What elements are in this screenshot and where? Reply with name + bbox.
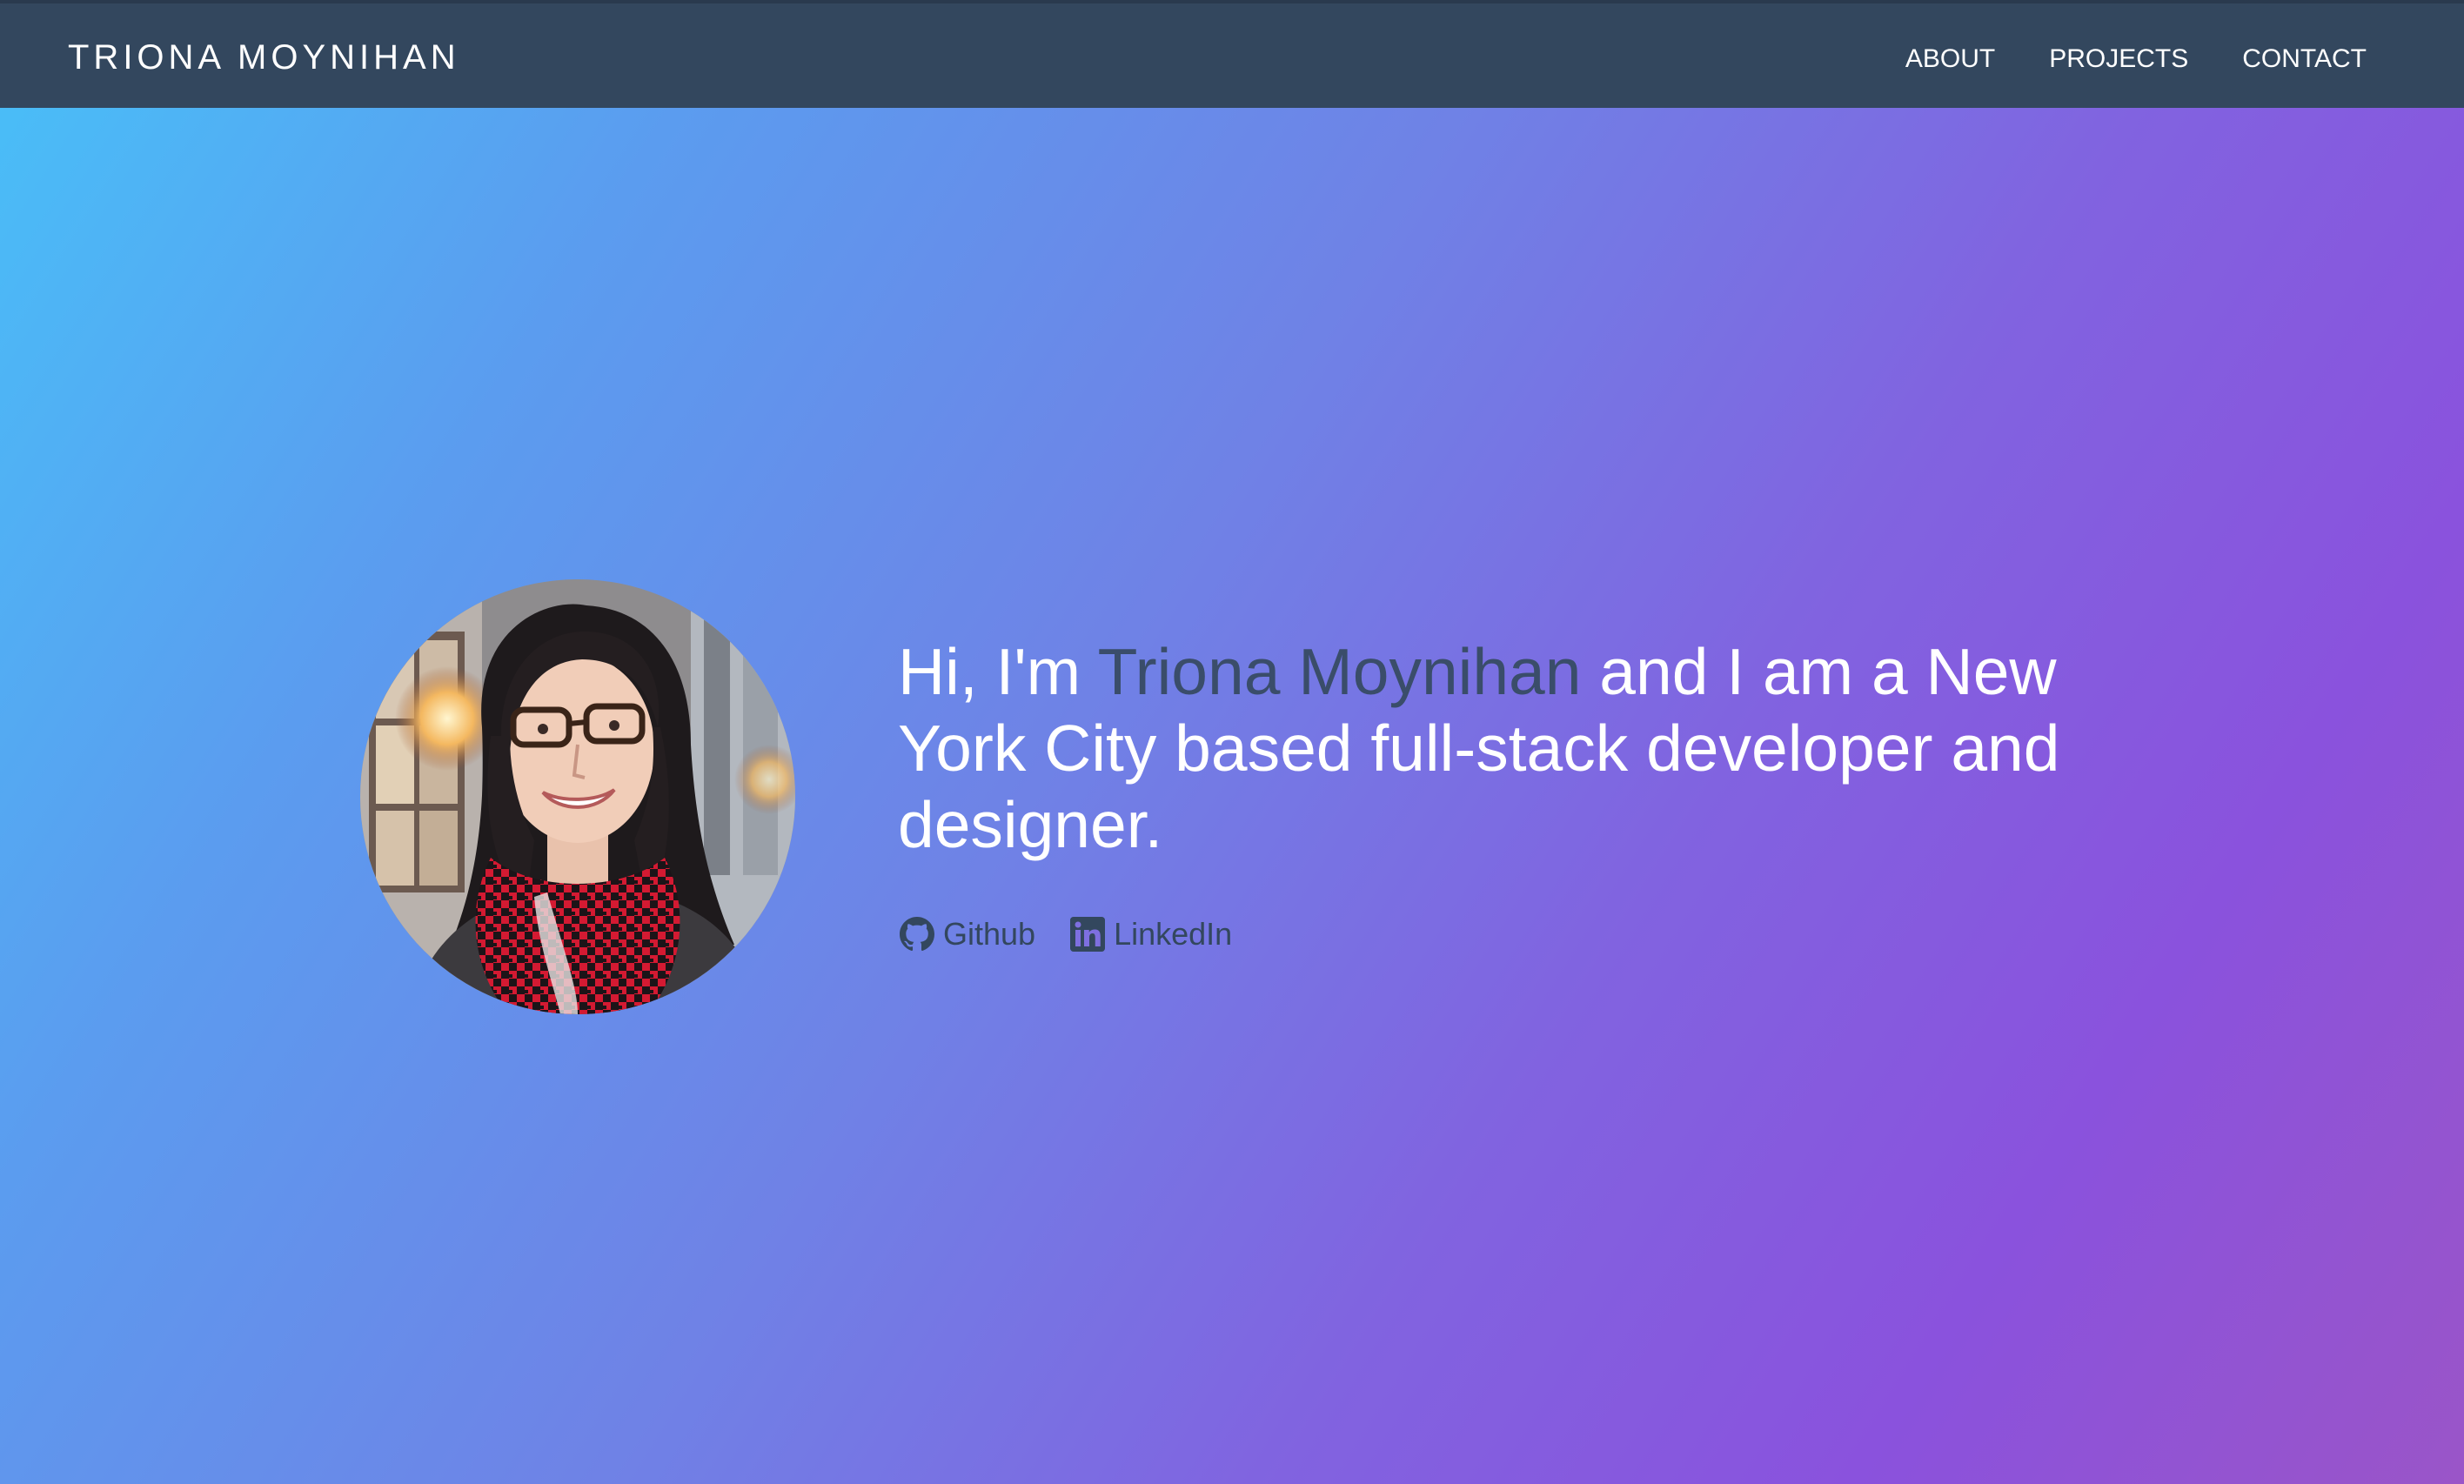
nav-contact-link[interactable]: CONTACT	[2242, 42, 2367, 77]
social-links: Github LinkedIn	[900, 915, 1232, 953]
linkedin-link-label: LinkedIn	[1114, 916, 1233, 952]
nav-about-link[interactable]: ABOUT	[1905, 42, 1995, 77]
github-icon	[900, 917, 934, 952]
profile-photo	[360, 579, 795, 1014]
github-link[interactable]: Github	[900, 915, 1035, 953]
github-link-label: Github	[943, 916, 1036, 952]
profile-photo-illustration	[360, 579, 795, 1014]
main-nav: ABOUT PROJECTS CONTACT	[1905, 42, 2367, 77]
linkedin-link[interactable]: LinkedIn	[1070, 915, 1232, 953]
linkedin-icon	[1070, 917, 1106, 952]
intro-heading: Hi, I'm Triona Moynihan and I am a New Y…	[898, 633, 2159, 863]
intro-prefix: Hi, I'm	[898, 635, 1098, 708]
navbar: TRIONA MOYNIHAN ABOUT PROJECTS CONTACT	[0, 0, 2464, 108]
nav-projects-link[interactable]: PROJECTS	[2049, 42, 2188, 77]
site-brand[interactable]: TRIONA MOYNIHAN	[68, 37, 460, 78]
intro-name: Triona Moynihan	[1097, 635, 1582, 708]
